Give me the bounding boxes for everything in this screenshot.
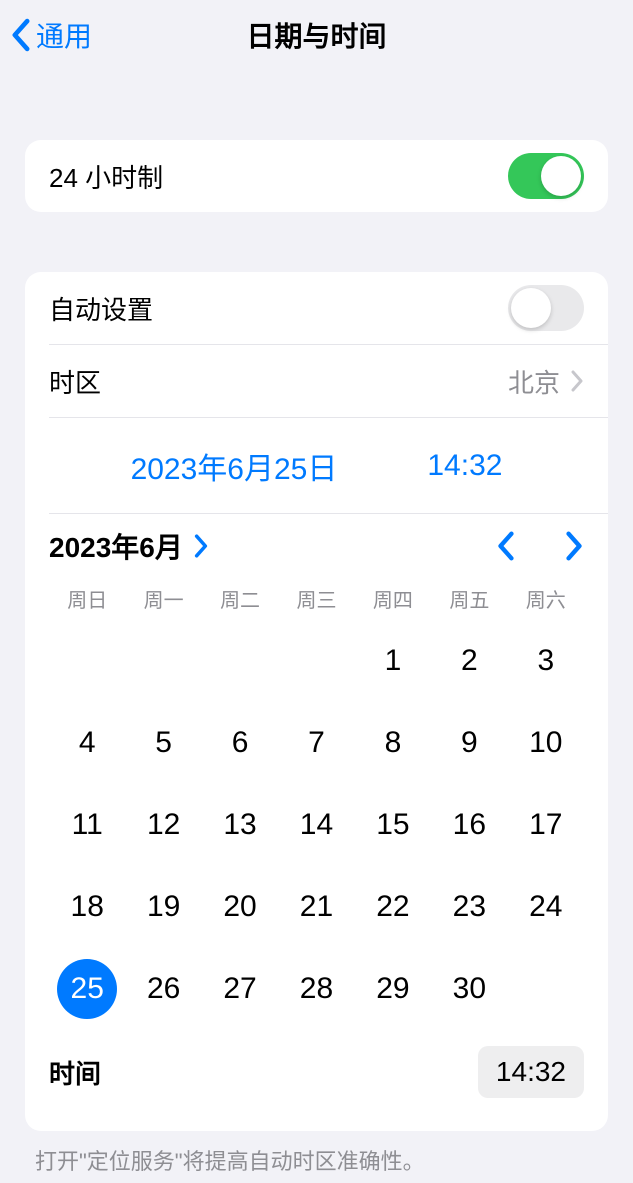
- calendar-day[interactable]: 3: [508, 631, 584, 691]
- calendar-day[interactable]: 7: [278, 713, 354, 773]
- label-timezone: 时区: [49, 363, 101, 400]
- weekday-header: 周六: [508, 584, 584, 613]
- weekday-header: 周一: [125, 584, 201, 613]
- calendar-day[interactable]: 23: [431, 877, 507, 937]
- calendar-day[interactable]: 27: [202, 959, 278, 1019]
- calendar-empty-cell: [202, 631, 278, 691]
- page-title: 日期与时间: [246, 15, 386, 55]
- month-picker-button[interactable]: 2023年6月: [49, 526, 209, 566]
- calendar-empty-cell: [125, 631, 201, 691]
- weekday-header: 周日: [49, 584, 125, 613]
- footer-hint: 打开"定位服务"将提高自动时区准确性。: [35, 1147, 598, 1178]
- row-timezone[interactable]: 时区 北京: [25, 345, 608, 417]
- month-header: 2023年6月: [49, 526, 183, 566]
- calendar-day[interactable]: 22: [355, 877, 431, 937]
- chevron-right-icon: [570, 370, 584, 392]
- row-auto-set: 自动设置: [25, 272, 608, 344]
- calendar-day[interactable]: 24: [508, 877, 584, 937]
- next-month-button[interactable]: [564, 531, 584, 561]
- date-time-picker-row: 2023年6月25日 14:32: [25, 418, 608, 513]
- calendar-day[interactable]: 8: [355, 713, 431, 773]
- calendar-day[interactable]: 4: [49, 713, 125, 773]
- calendar-empty-cell: [49, 631, 125, 691]
- calendar-day[interactable]: 2: [431, 631, 507, 691]
- calendar-day[interactable]: 30: [431, 959, 507, 1019]
- label-auto-set: 自动设置: [49, 290, 153, 327]
- calendar-day[interactable]: 10: [508, 713, 584, 773]
- weekday-header: 周五: [431, 584, 507, 613]
- calendar-day[interactable]: 21: [278, 877, 354, 937]
- time-value-button[interactable]: 14:32: [478, 1046, 584, 1098]
- weekday-header: 周四: [355, 584, 431, 613]
- weekday-header: 周二: [202, 584, 278, 613]
- toggle-24hour[interactable]: [508, 153, 584, 199]
- toggle-auto-set[interactable]: [508, 285, 584, 331]
- prev-month-button[interactable]: [496, 531, 516, 561]
- calendar-day[interactable]: 20: [202, 877, 278, 937]
- time-label: 时间: [49, 1054, 101, 1091]
- calendar-day[interactable]: 16: [431, 795, 507, 855]
- back-button[interactable]: 通用: [0, 15, 92, 55]
- calendar-day[interactable]: 19: [125, 877, 201, 937]
- timezone-value: 北京: [508, 363, 560, 400]
- calendar-day[interactable]: 6: [202, 713, 278, 773]
- calendar-day[interactable]: 25: [49, 959, 125, 1019]
- selected-date-display[interactable]: 2023年6月25日: [131, 444, 338, 488]
- weekday-header: 周三: [278, 584, 354, 613]
- calendar-day[interactable]: 17: [508, 795, 584, 855]
- selected-time-display[interactable]: 14:32: [427, 449, 502, 483]
- calendar-day[interactable]: 1: [355, 631, 431, 691]
- calendar-day[interactable]: 9: [431, 713, 507, 773]
- back-label: 通用: [36, 15, 92, 55]
- calendar-day[interactable]: 28: [278, 959, 354, 1019]
- calendar-day[interactable]: 11: [49, 795, 125, 855]
- chevron-right-icon: [193, 534, 209, 558]
- calendar-day[interactable]: 12: [125, 795, 201, 855]
- calendar-day[interactable]: 26: [125, 959, 201, 1019]
- chevron-left-icon: [10, 18, 32, 52]
- calendar-empty-cell: [278, 631, 354, 691]
- row-24hour: 24 小时制: [25, 140, 608, 212]
- calendar-day[interactable]: 29: [355, 959, 431, 1019]
- calendar-day[interactable]: 15: [355, 795, 431, 855]
- calendar-day[interactable]: 14: [278, 795, 354, 855]
- calendar-day[interactable]: 18: [49, 877, 125, 937]
- calendar-day[interactable]: 13: [202, 795, 278, 855]
- calendar-day[interactable]: 5: [125, 713, 201, 773]
- label-24hour: 24 小时制: [49, 158, 163, 195]
